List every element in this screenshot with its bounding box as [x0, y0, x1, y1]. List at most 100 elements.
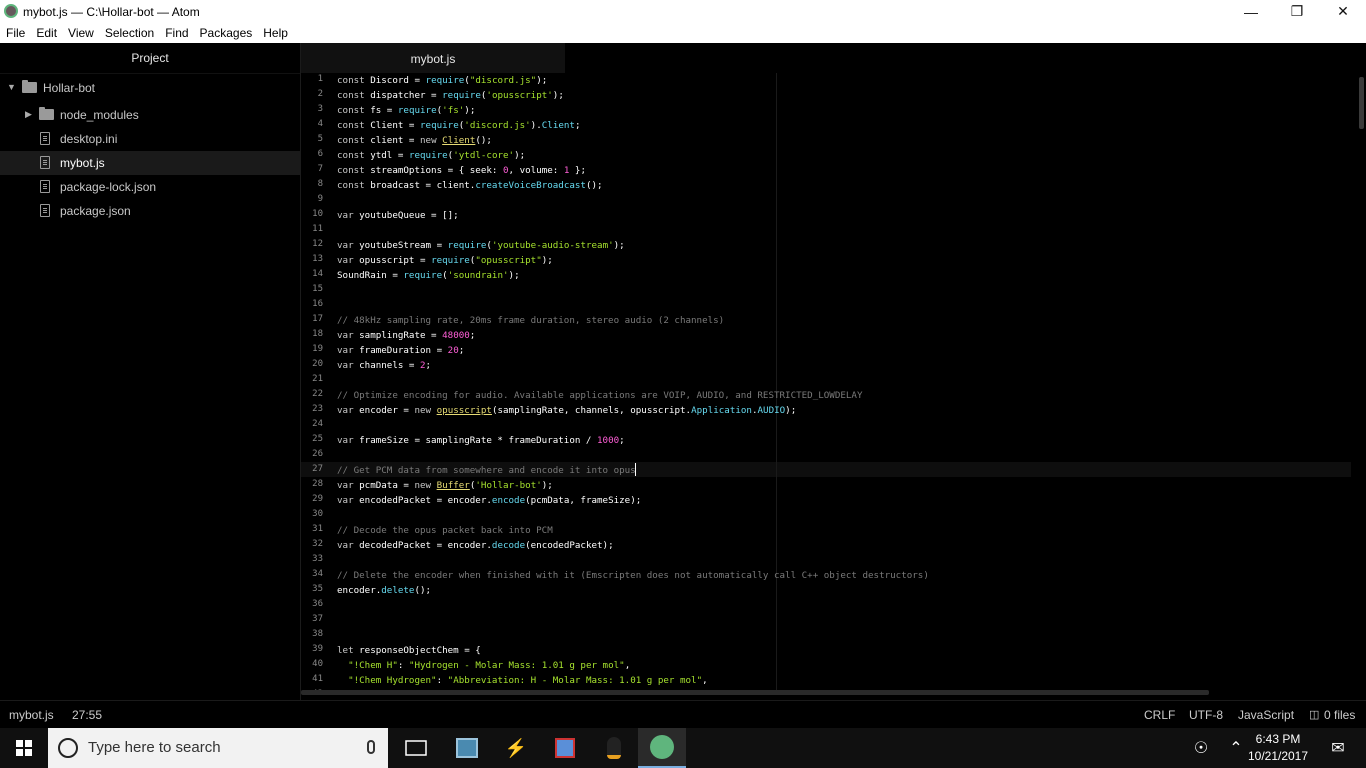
taskbar-app-bolt[interactable]: ⚡	[495, 728, 537, 768]
code-line[interactable]: var opusscript = require("opusscript");	[337, 253, 553, 268]
code-line[interactable]: const streamOptions = { seek: 0, volume:…	[337, 163, 586, 178]
file-icon	[40, 156, 50, 169]
status-line-ending[interactable]: CRLF	[1144, 708, 1175, 722]
tree-item-label: desktop.ini	[60, 132, 118, 146]
line-number: 41	[312, 674, 323, 684]
line-number: 4	[317, 119, 323, 129]
atom-icon	[4, 4, 18, 18]
tab-mybot-js[interactable]: mybot.js	[301, 43, 565, 74]
taskbar-app-atom[interactable]	[638, 728, 686, 768]
menu-selection[interactable]: Selection	[99, 23, 159, 43]
maximize-button[interactable]: ❐	[1274, 0, 1320, 23]
code-line[interactable]: // Get PCM data from somewhere and encod…	[337, 463, 636, 478]
status-cursor-position[interactable]: 27:55	[72, 708, 102, 722]
code-line[interactable]: var youtubeQueue = [];	[337, 208, 459, 223]
taskbar-search-box[interactable]: Type here to search	[48, 728, 388, 768]
close-button[interactable]: ✕	[1320, 0, 1366, 23]
line-number: 8	[317, 179, 323, 189]
menu-view[interactable]: View	[62, 23, 99, 43]
tree-item-mybot-js[interactable]: mybot.js	[0, 151, 300, 175]
notification-center-icon[interactable]: ✉	[1318, 728, 1358, 768]
code-line[interactable]: const Discord = require("discord.js");	[337, 73, 547, 88]
minimize-button[interactable]: —	[1228, 0, 1274, 23]
code-line[interactable]: const fs = require('fs');	[337, 103, 475, 118]
git-files-icon: ◫	[1309, 709, 1320, 721]
windows-taskbar: Type here to search ⚡ ☉ ⌃ 6:43 PM 10/21/…	[0, 728, 1366, 768]
code-line[interactable]: var decodedPacket = encoder.decode(encod…	[337, 538, 614, 553]
tree-item-node-modules[interactable]: ▶ node_modules	[0, 103, 300, 127]
line-number: 1	[317, 74, 323, 84]
code-line[interactable]: var encodedPacket = encoder.encode(pcmDa…	[337, 493, 641, 508]
tab-bar: mybot.js	[301, 43, 1366, 74]
tree-item-package-lock-json[interactable]: package-lock.json	[0, 175, 300, 199]
code-line[interactable]: // Decode the opus packet back into PCM	[337, 523, 553, 538]
code-line[interactable]: var frameDuration = 20;	[337, 343, 464, 358]
code-line[interactable]: const client = new Client();	[337, 133, 492, 148]
microphone-icon[interactable]	[367, 740, 375, 754]
menu-edit[interactable]: Edit	[30, 23, 62, 43]
people-icon[interactable]: ☉	[1183, 728, 1219, 768]
code-line[interactable]: let responseObjectChem = {	[337, 643, 481, 658]
line-number: 26	[312, 449, 323, 459]
clock-date: 10/21/2017	[1247, 749, 1309, 763]
code-line[interactable]: // 48kHz sampling rate, 20ms frame durat…	[337, 313, 724, 328]
status-file-path[interactable]: mybot.js	[9, 708, 54, 722]
chevron-down-icon[interactable]: ▼	[7, 82, 16, 92]
code-line[interactable]: "!Chem Hydrogen": "Abbreviation: H - Mol…	[337, 673, 708, 688]
code-line[interactable]: const broadcast = client.createVoiceBroa…	[337, 178, 603, 193]
tree-header: Project	[0, 43, 300, 74]
line-number: 9	[317, 194, 323, 204]
code-line[interactable]: var frameSize = samplingRate * frameDura…	[337, 433, 625, 448]
code-line[interactable]: var channels = 2;	[337, 358, 431, 373]
taskbar-app-box[interactable]	[544, 728, 586, 768]
code-line[interactable]: // Delete the encoder when finished with…	[337, 568, 929, 583]
line-number: 21	[312, 374, 323, 384]
line-number: 37	[312, 614, 323, 624]
line-number: 23	[312, 404, 323, 414]
line-number: 35	[312, 584, 323, 594]
code-editor[interactable]: 1 2 3 4 5 6 7 8 9 10 11 12 13 14 15 16 17 18 19 20 21 22 23 24 2…	[301, 73, 1366, 695]
search-placeholder: Type here to search	[88, 739, 221, 756]
status-encoding[interactable]: UTF-8	[1189, 708, 1223, 722]
code-line[interactable]: var youtubeStream = require('youtube-aud…	[337, 238, 625, 253]
tree-item-label: Hollar-bot	[43, 81, 96, 95]
menu-find[interactable]: Find	[159, 23, 193, 43]
code-line[interactable]: const Client = require('discord.js').Cli…	[337, 118, 581, 133]
menu-help[interactable]: Help	[257, 23, 293, 43]
tree-item-package-json[interactable]: package.json	[0, 199, 300, 223]
status-git-files[interactable]: 0 files	[1324, 708, 1355, 722]
code-line[interactable]: encoder.delete();	[337, 583, 431, 598]
tree-item-desktop-ini[interactable]: desktop.ini	[0, 127, 300, 151]
code-lines[interactable]: const Discord = require("discord.js"); co…	[337, 73, 1347, 695]
code-line[interactable]: const ytdl = require('ytdl-core');	[337, 148, 525, 163]
project-tree: Project ▼ Hollar-bot ▶ node_modules desk…	[0, 43, 300, 700]
code-line[interactable]: var pcmData = new Buffer('Hollar-bot');	[337, 478, 553, 493]
windows-logo-icon	[16, 740, 32, 756]
line-number: 13	[312, 254, 323, 264]
tree-root-folder[interactable]: ▼ Hollar-bot	[0, 76, 300, 100]
code-line[interactable]: const dispatcher = require('opusscript')…	[337, 88, 564, 103]
code-line[interactable]: var encoder = new opusscript(samplingRat…	[337, 403, 796, 418]
code-line[interactable]: "!Chem H": "Hydrogen - Molar Mass: 1.01 …	[337, 658, 630, 673]
line-number: 3	[317, 104, 323, 114]
window-app-icon	[456, 738, 478, 758]
menu-packages[interactable]: Packages	[194, 23, 258, 43]
chevron-right-icon[interactable]: ▶	[25, 109, 32, 120]
line-number: 28	[312, 479, 323, 489]
code-line[interactable]: SoundRain = require('soundrain');	[337, 268, 520, 283]
taskbar-clock[interactable]: 6:43 PM 10/21/2017	[1244, 731, 1312, 765]
taskbar-app-penguin[interactable]	[593, 728, 635, 768]
horizontal-scrollbar[interactable]	[301, 690, 1209, 695]
vertical-scrollbar[interactable]	[1359, 77, 1364, 129]
line-number: 32	[312, 539, 323, 549]
start-button[interactable]	[0, 728, 48, 768]
line-number-gutter: 1 2 3 4 5 6 7 8 9 10 11 12 13 14 15 16 17 18 19 20 21 22 23 24 2…	[301, 73, 331, 695]
line-number: 5	[317, 134, 323, 144]
taskbar-app-explorer[interactable]	[446, 728, 488, 768]
menu-file[interactable]: File	[0, 23, 30, 43]
code-line[interactable]: // Optimize encoding for audio. Availabl…	[337, 388, 862, 403]
status-grammar[interactable]: JavaScript	[1238, 708, 1294, 722]
code-line[interactable]: var samplingRate = 48000;	[337, 328, 475, 343]
task-view-button[interactable]	[395, 728, 437, 768]
box-app-icon	[555, 738, 575, 758]
